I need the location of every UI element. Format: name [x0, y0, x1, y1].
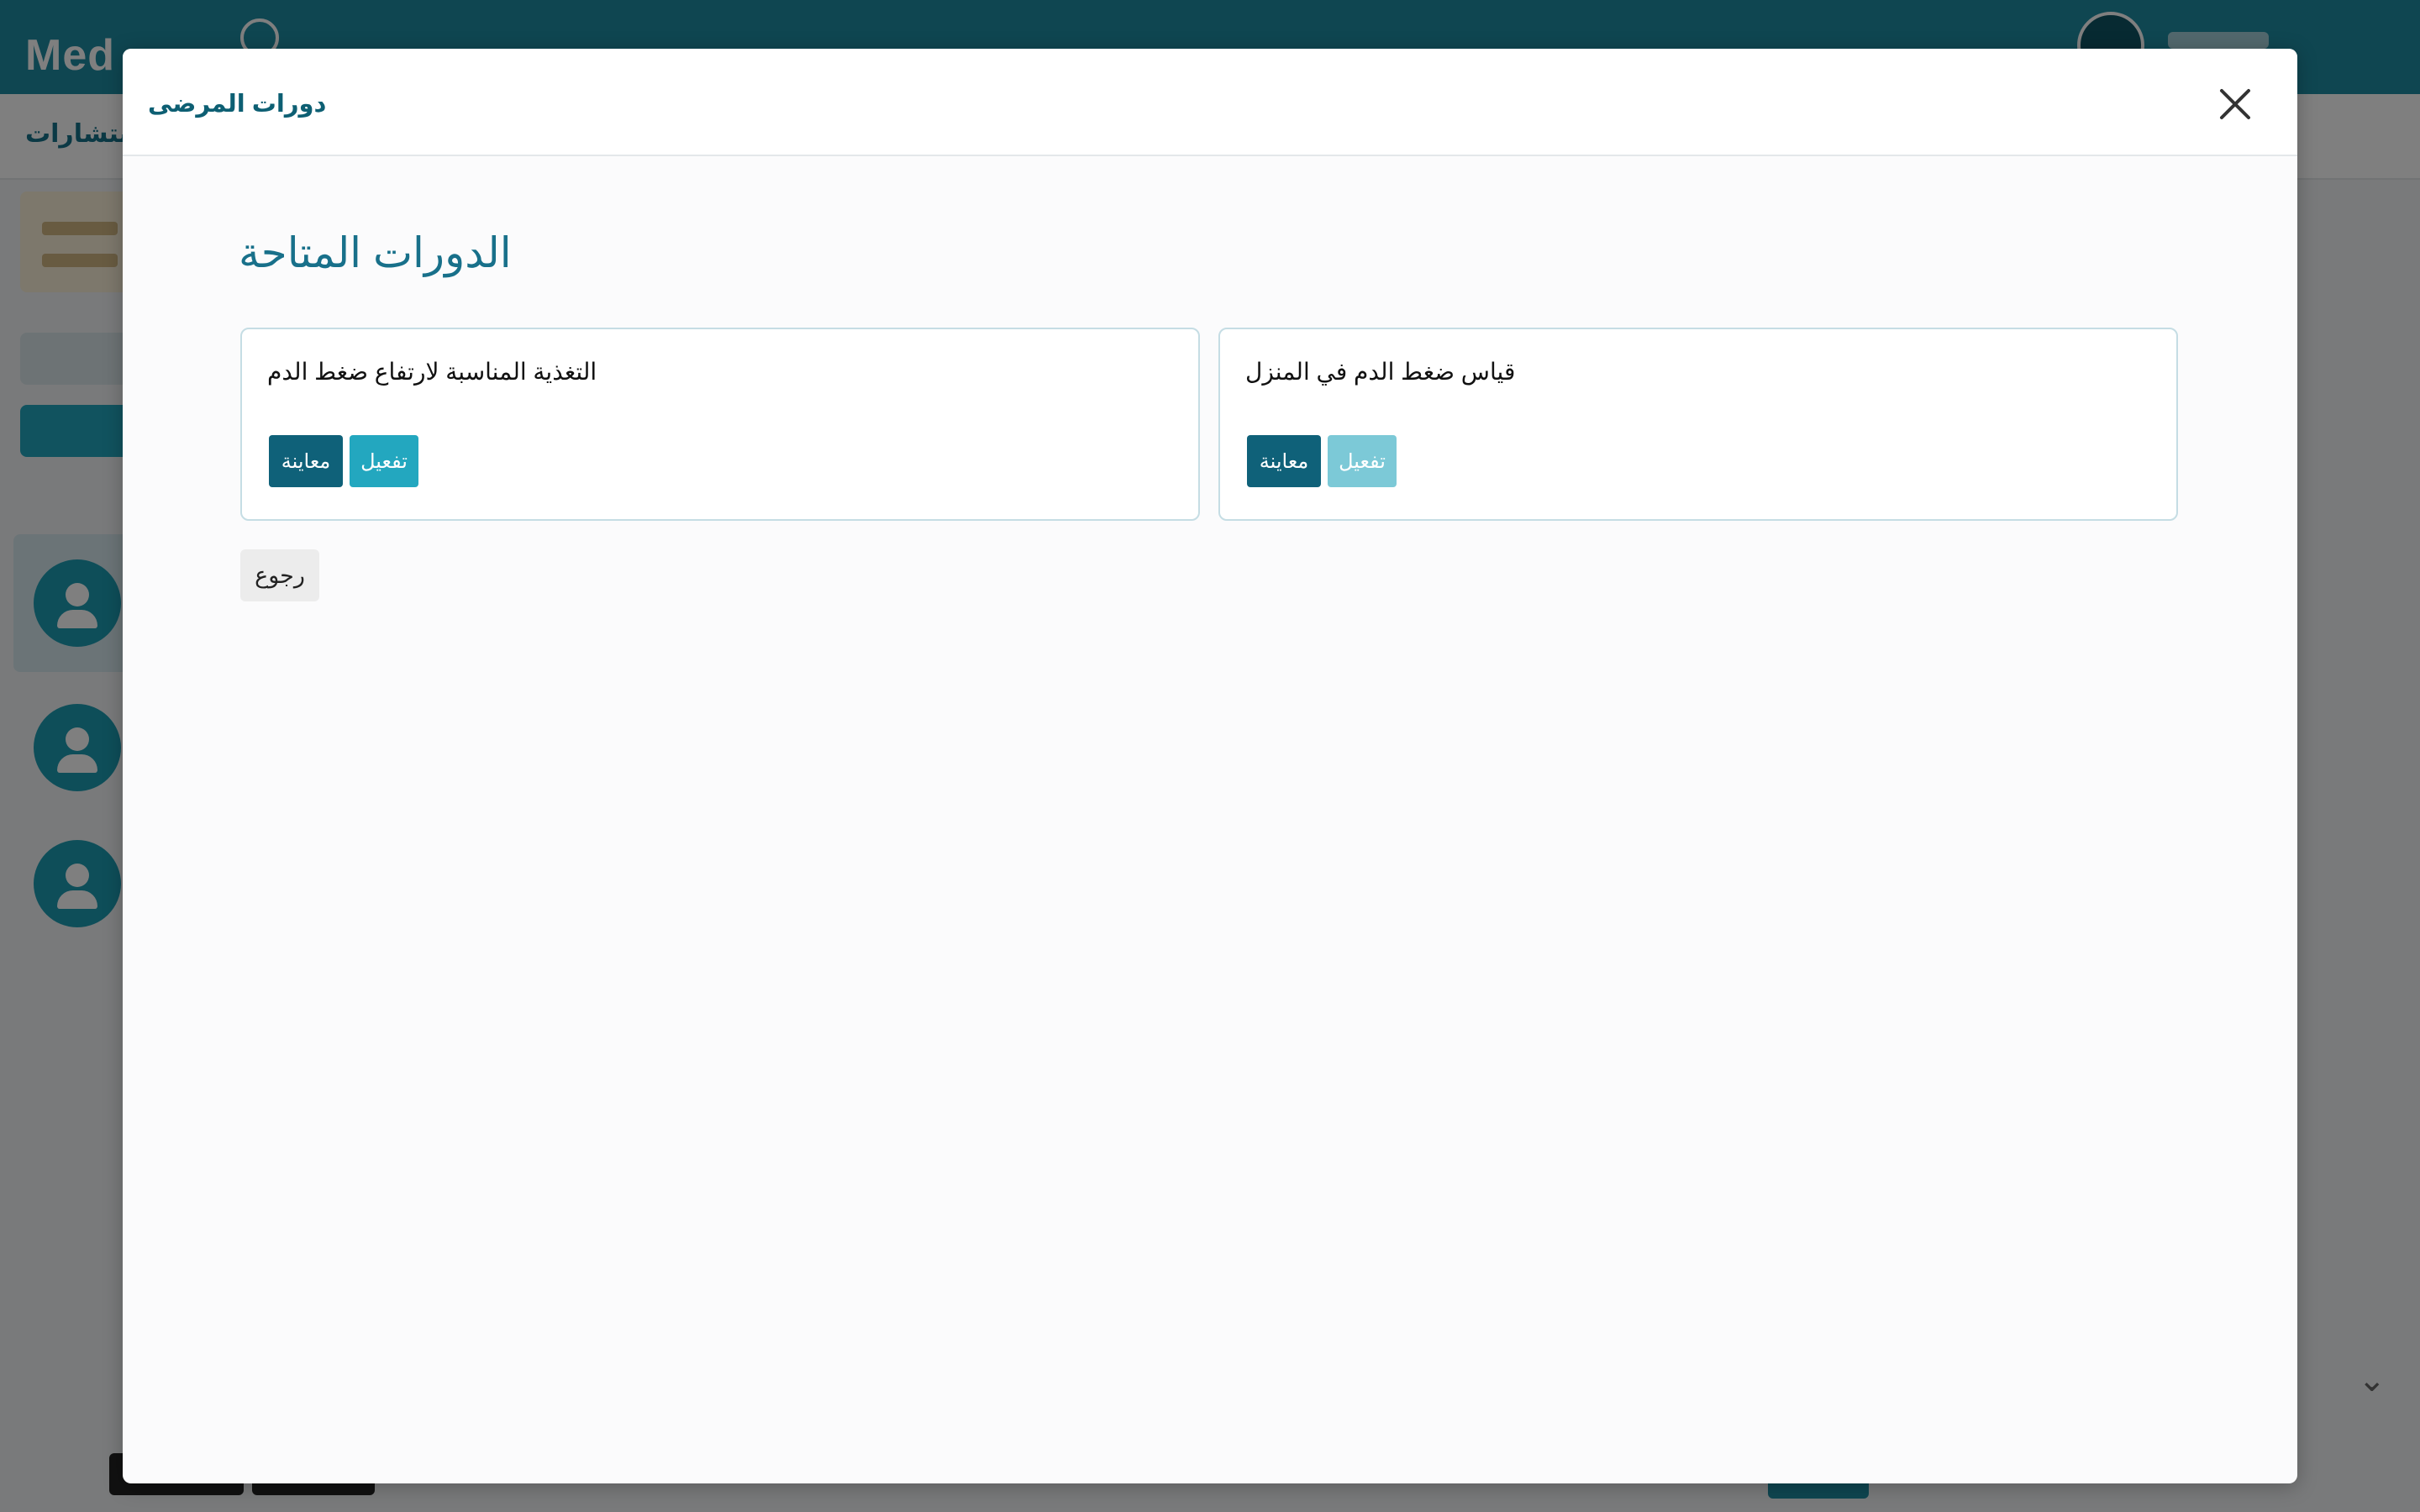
preview-button[interactable]: معاينة [269, 435, 343, 487]
activate-button[interactable]: تفعيل [350, 435, 418, 487]
course-title: التغذية المناسبة لارتفاع ضغط الدم [267, 359, 597, 385]
course-card: قياس ضغط الدم في المنزل معاينة تفعيل [1218, 328, 2178, 521]
activate-button-disabled[interactable]: تفعيل [1328, 435, 1397, 487]
available-courses-heading: الدورات المتاحة [239, 229, 512, 276]
preview-button[interactable]: معاينة [1247, 435, 1321, 487]
close-icon[interactable] [2210, 79, 2260, 129]
modal-header: دورات المرضى [123, 49, 2297, 156]
back-button[interactable]: رجوع [240, 549, 319, 601]
modal-title: دورات المرضى [148, 91, 327, 118]
course-title: قياس ضغط الدم في المنزل [1245, 359, 1516, 385]
patient-courses-modal: دورات المرضى الدورات المتاحة التغذية الم… [123, 49, 2297, 1483]
course-card: التغذية المناسبة لارتفاع ضغط الدم معاينة… [240, 328, 1200, 521]
